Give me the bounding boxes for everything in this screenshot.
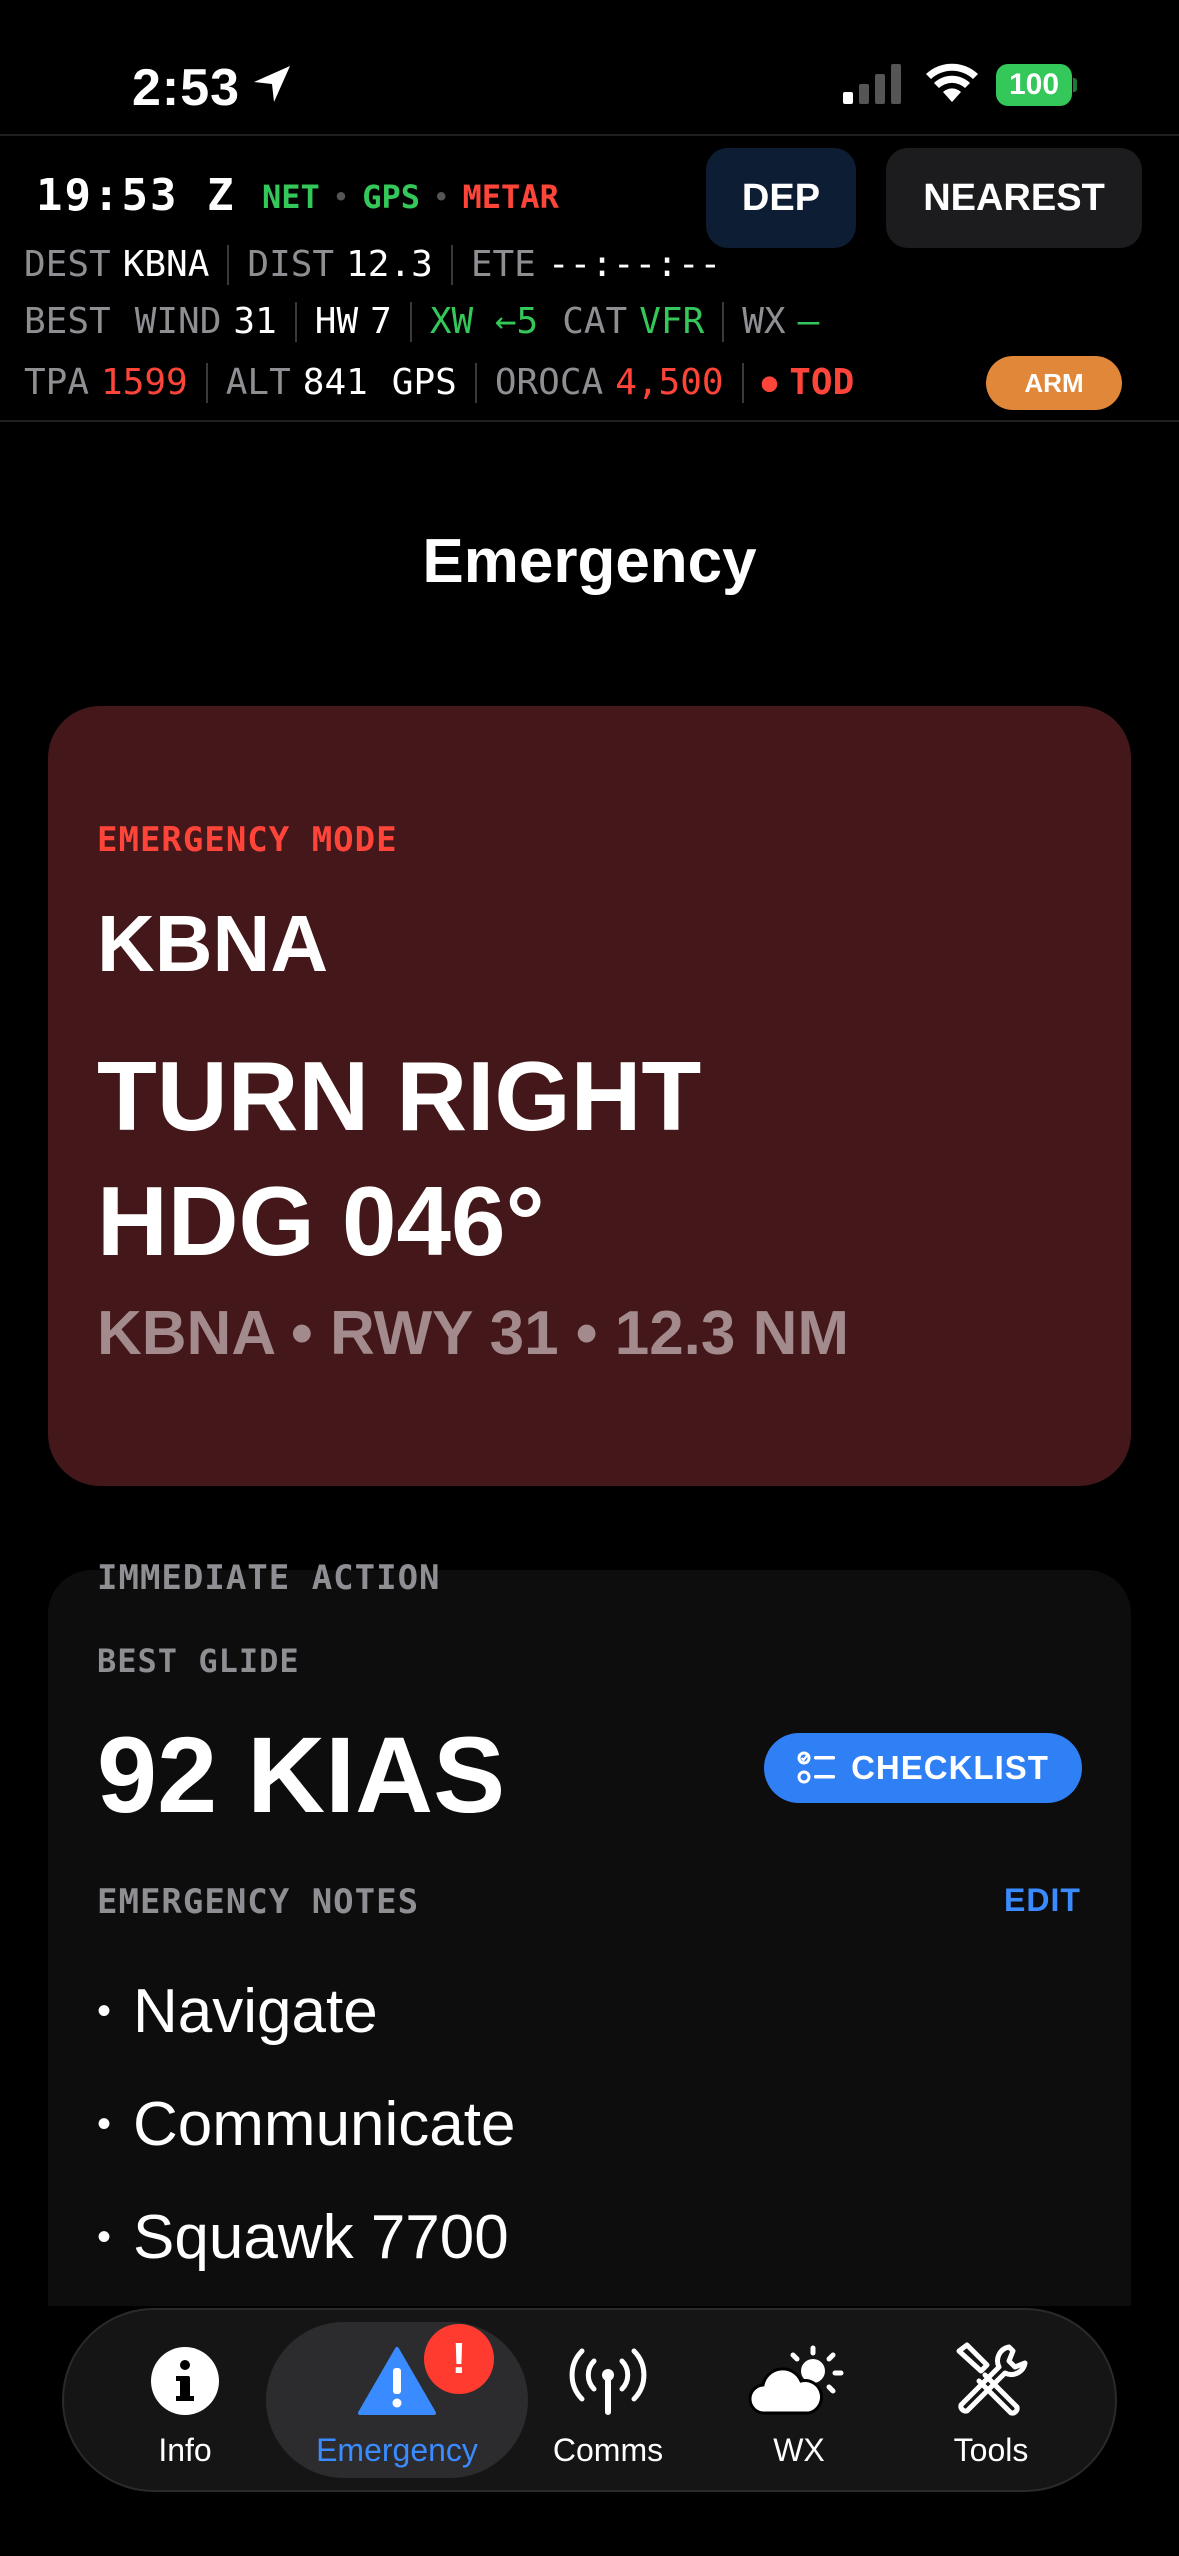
emergency-mode-label: EMERGENCY MODE bbox=[97, 820, 398, 860]
arm-button[interactable]: ARM bbox=[986, 356, 1122, 410]
dist-value: 12.3 bbox=[346, 244, 433, 285]
battery-level: 100 bbox=[996, 64, 1072, 106]
tod-indicator-dot: ● bbox=[761, 367, 778, 398]
list-item: • Squawk 7700 bbox=[97, 2203, 509, 2272]
page-title: Emergency bbox=[422, 527, 757, 596]
antenna-icon bbox=[569, 2348, 647, 2415]
alt-source: GPS bbox=[391, 362, 457, 403]
dest-label: DEST bbox=[24, 244, 111, 285]
wx-value: — bbox=[797, 301, 820, 342]
header-row-altitude: TPA 1599 ALT 841 GPS OROCA 4,500 ● TOD bbox=[24, 362, 854, 403]
tab-tools[interactable]: Tools bbox=[891, 2338, 1091, 2469]
cat-label: CAT bbox=[562, 301, 628, 342]
tab-label: Comms bbox=[552, 2432, 664, 2468]
dep-button[interactable]: DEP bbox=[706, 148, 856, 248]
immediate-action-label: IMMEDIATE ACTION bbox=[97, 1558, 441, 1598]
tools-icon bbox=[956, 2342, 1028, 2416]
emergency-summary: KBNA • RWY 31 • 12.3 NM bbox=[97, 1299, 850, 1368]
tab-label: Info bbox=[158, 2432, 212, 2468]
best-glide-label: BEST GLIDE bbox=[97, 1642, 300, 1680]
emergency-airport: KBNA bbox=[97, 899, 329, 988]
note-text: Squawk 7700 bbox=[133, 2203, 509, 2272]
alt-label: ALT bbox=[225, 362, 291, 403]
net-flag: NET bbox=[262, 178, 320, 216]
alt-value: 841 bbox=[302, 362, 368, 403]
cat-value: VFR bbox=[639, 301, 705, 342]
wind-value: 31 bbox=[233, 301, 277, 342]
tab-label: WX bbox=[773, 2432, 825, 2468]
checklist-button-label: CHECKLIST bbox=[851, 1749, 1049, 1786]
best-glide-value: 92 KIAS bbox=[97, 1714, 506, 1835]
ete-value: --:--:-- bbox=[547, 244, 722, 285]
location-arrow-icon bbox=[254, 66, 290, 102]
wind-label: WIND bbox=[134, 301, 222, 342]
note-text: Navigate bbox=[133, 1977, 378, 2046]
checklist-button[interactable]: CHECKLIST bbox=[764, 1733, 1082, 1803]
wx-label: WX bbox=[742, 301, 786, 342]
turn-heading: HDG 046° bbox=[97, 1166, 545, 1277]
tab-info[interactable]: Info bbox=[85, 2338, 285, 2469]
checklist-icon bbox=[797, 1751, 836, 1784]
note-text: Communicate bbox=[133, 2090, 516, 2159]
tod-label: TOD bbox=[789, 362, 855, 403]
emergency-alert-badge: ! bbox=[424, 2324, 494, 2394]
tab-label: Tools bbox=[953, 2432, 1029, 2468]
emergency-notes-list: • Navigate • Communicate • Squawk 7700 bbox=[97, 1955, 516, 2294]
list-item: • Navigate bbox=[97, 1977, 378, 2046]
gps-flag: GPS bbox=[362, 178, 421, 216]
turn-instruction: TURN RIGHT HDG 046° bbox=[97, 1034, 701, 1285]
divider bbox=[0, 420, 1179, 422]
tpa-label: TPA bbox=[24, 362, 90, 403]
flag-separator: • bbox=[333, 183, 349, 211]
best-label: BEST bbox=[24, 301, 111, 342]
metar-flag: METAR bbox=[462, 178, 559, 216]
info-icon bbox=[151, 2347, 219, 2415]
battery-indicator: 100 bbox=[996, 64, 1077, 106]
xw-value: XW ←5 bbox=[429, 301, 539, 342]
tab-label: Emergency bbox=[316, 2432, 478, 2468]
hw-value: 7 bbox=[370, 301, 392, 342]
tpa-value: 1599 bbox=[101, 362, 188, 403]
nearest-button[interactable]: NEAREST bbox=[886, 148, 1142, 248]
emergency-notes-label: EMERGENCY NOTES bbox=[97, 1882, 420, 1922]
weather-icon bbox=[748, 2345, 844, 2415]
ete-label: ETE bbox=[470, 244, 536, 285]
oroca-label: OROCA bbox=[494, 362, 604, 403]
turn-direction: TURN RIGHT bbox=[97, 1041, 702, 1151]
list-item: • Communicate bbox=[97, 2090, 516, 2159]
hw-label: HW bbox=[314, 301, 359, 342]
dist-label: DIST bbox=[247, 244, 335, 285]
status-flags: NET • GPS • METAR bbox=[262, 178, 559, 216]
flag-separator: • bbox=[434, 183, 449, 211]
edit-notes-button[interactable]: EDIT bbox=[1004, 1882, 1081, 1919]
dest-value: KBNA bbox=[122, 244, 210, 285]
tab-wx[interactable]: WX bbox=[699, 2338, 899, 2469]
cellular-signal-icon bbox=[843, 64, 901, 104]
header-row-wind: BEST WIND 31 HW 7 XW ←5 CAT VFR WX — bbox=[24, 301, 819, 342]
header-row-destination: DEST KBNA DIST 12.3 ETE --:--:-- bbox=[24, 244, 721, 285]
status-time: 2:53 bbox=[132, 59, 241, 117]
divider bbox=[0, 134, 1179, 136]
wifi-icon bbox=[926, 63, 978, 102]
tab-comms[interactable]: Comms bbox=[508, 2338, 708, 2469]
zulu-time: 19:53 Z bbox=[36, 170, 236, 221]
oroca-value: 4,500 bbox=[615, 362, 724, 403]
